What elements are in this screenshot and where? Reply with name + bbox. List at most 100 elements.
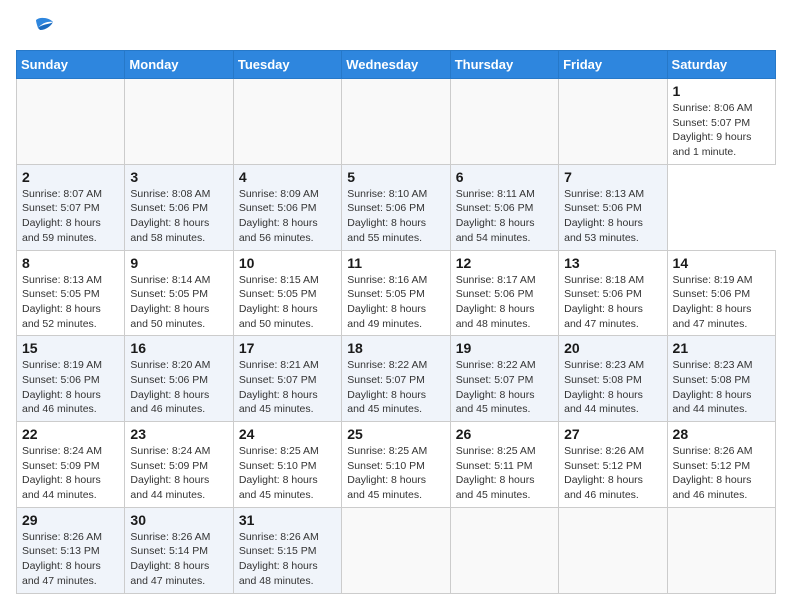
- day-number: 24: [239, 426, 336, 442]
- day-info: Sunrise: 8:26 AMSunset: 5:12 PMDaylight:…: [673, 444, 770, 503]
- calendar-cell: 22 Sunrise: 8:24 AMSunset: 5:09 PMDayligh…: [17, 422, 125, 508]
- calendar-cell: 4 Sunrise: 8:09 AMSunset: 5:06 PMDaylight…: [233, 164, 341, 250]
- logo-bird-icon: [18, 16, 54, 40]
- calendar-cell: 8 Sunrise: 8:13 AMSunset: 5:05 PMDaylight…: [17, 250, 125, 336]
- day-number: 16: [130, 340, 227, 356]
- day-info: Sunrise: 8:14 AMSunset: 5:05 PMDaylight:…: [130, 273, 227, 332]
- day-number: 22: [22, 426, 119, 442]
- day-info: Sunrise: 8:22 AMSunset: 5:07 PMDaylight:…: [347, 358, 444, 417]
- calendar-header-tuesday: Tuesday: [233, 51, 341, 79]
- day-number: 14: [673, 255, 770, 271]
- calendar-cell: [233, 79, 341, 165]
- calendar-cell: 14Sunrise: 8:19 AMSunset: 5:06 PMDayligh…: [667, 250, 775, 336]
- day-number: 4: [239, 169, 336, 185]
- day-number: 20: [564, 340, 661, 356]
- calendar-cell: 20 Sunrise: 8:23 AMSunset: 5:08 PMDayligh…: [559, 336, 667, 422]
- calendar-cell: [667, 507, 775, 593]
- day-number: 9: [130, 255, 227, 271]
- day-number: 12: [456, 255, 553, 271]
- calendar-cell: 1Sunrise: 8:06 AMSunset: 5:07 PMDaylight…: [667, 79, 775, 165]
- day-number: 10: [239, 255, 336, 271]
- day-info: Sunrise: 8:07 AMSunset: 5:07 PMDaylight:…: [22, 187, 119, 246]
- calendar-header-saturday: Saturday: [667, 51, 775, 79]
- calendar-cell: 13Sunrise: 8:18 AMSunset: 5:06 PMDayligh…: [559, 250, 667, 336]
- day-info: Sunrise: 8:24 AMSunset: 5:09 PMDaylight:…: [22, 444, 119, 503]
- day-number: 8: [22, 255, 119, 271]
- day-info: Sunrise: 8:23 AMSunset: 5:08 PMDaylight:…: [564, 358, 661, 417]
- day-info: Sunrise: 8:25 AMSunset: 5:10 PMDaylight:…: [239, 444, 336, 503]
- calendar-cell: 5 Sunrise: 8:10 AMSunset: 5:06 PMDaylight…: [342, 164, 450, 250]
- day-number: 19: [456, 340, 553, 356]
- calendar-cell: 16 Sunrise: 8:20 AMSunset: 5:06 PMDayligh…: [125, 336, 233, 422]
- calendar-cell: 27 Sunrise: 8:26 AMSunset: 5:12 PMDayligh…: [559, 422, 667, 508]
- day-info: Sunrise: 8:24 AMSunset: 5:09 PMDaylight:…: [130, 444, 227, 503]
- day-info: Sunrise: 8:26 AMSunset: 5:15 PMDaylight:…: [239, 530, 336, 589]
- day-number: 11: [347, 255, 444, 271]
- day-number: 28: [673, 426, 770, 442]
- day-number: 27: [564, 426, 661, 442]
- calendar-cell: [342, 507, 450, 593]
- day-info: Sunrise: 8:16 AMSunset: 5:05 PMDaylight:…: [347, 273, 444, 332]
- day-info: Sunrise: 8:17 AMSunset: 5:06 PMDaylight:…: [456, 273, 553, 332]
- calendar-cell: [559, 507, 667, 593]
- calendar-cell: 12 Sunrise: 8:17 AMSunset: 5:06 PMDayligh…: [450, 250, 558, 336]
- calendar-week-row: 1Sunrise: 8:06 AMSunset: 5:07 PMDaylight…: [17, 79, 776, 165]
- day-number: 5: [347, 169, 444, 185]
- day-info: Sunrise: 8:11 AMSunset: 5:06 PMDaylight:…: [456, 187, 553, 246]
- calendar-cell: 2 Sunrise: 8:07 AMSunset: 5:07 PMDaylight…: [17, 164, 125, 250]
- calendar-cell: [450, 79, 558, 165]
- day-info: Sunrise: 8:06 AMSunset: 5:07 PMDaylight:…: [673, 101, 770, 160]
- calendar-cell: 31 Sunrise: 8:26 AMSunset: 5:15 PMDayligh…: [233, 507, 341, 593]
- day-info: Sunrise: 8:09 AMSunset: 5:06 PMDaylight:…: [239, 187, 336, 246]
- day-number: 31: [239, 512, 336, 528]
- calendar-cell: 9 Sunrise: 8:14 AMSunset: 5:05 PMDaylight…: [125, 250, 233, 336]
- day-number: 26: [456, 426, 553, 442]
- day-info: Sunrise: 8:13 AMSunset: 5:05 PMDaylight:…: [22, 273, 119, 332]
- calendar-cell: 28 Sunrise: 8:26 AMSunset: 5:12 PMDayligh…: [667, 422, 775, 508]
- day-info: Sunrise: 8:22 AMSunset: 5:07 PMDaylight:…: [456, 358, 553, 417]
- day-number: 15: [22, 340, 119, 356]
- day-number: 21: [673, 340, 770, 356]
- calendar-week-row: 15Sunrise: 8:19 AMSunset: 5:06 PMDayligh…: [17, 336, 776, 422]
- day-info: Sunrise: 8:21 AMSunset: 5:07 PMDaylight:…: [239, 358, 336, 417]
- day-info: Sunrise: 8:25 AMSunset: 5:10 PMDaylight:…: [347, 444, 444, 503]
- day-number: 17: [239, 340, 336, 356]
- calendar-week-row: 29 Sunrise: 8:26 AMSunset: 5:13 PMDayligh…: [17, 507, 776, 593]
- page-header: [16, 16, 776, 40]
- calendar-cell: 26 Sunrise: 8:25 AMSunset: 5:11 PMDayligh…: [450, 422, 558, 508]
- calendar-cell: 6 Sunrise: 8:11 AMSunset: 5:06 PMDaylight…: [450, 164, 558, 250]
- calendar-header-wednesday: Wednesday: [342, 51, 450, 79]
- calendar-cell: 3 Sunrise: 8:08 AMSunset: 5:06 PMDaylight…: [125, 164, 233, 250]
- calendar-cell: 24 Sunrise: 8:25 AMSunset: 5:10 PMDayligh…: [233, 422, 341, 508]
- calendar-cell: 10 Sunrise: 8:15 AMSunset: 5:05 PMDayligh…: [233, 250, 341, 336]
- day-info: Sunrise: 8:15 AMSunset: 5:05 PMDaylight:…: [239, 273, 336, 332]
- day-number: 18: [347, 340, 444, 356]
- calendar-cell: [342, 79, 450, 165]
- calendar-cell: 7Sunrise: 8:13 AMSunset: 5:06 PMDaylight…: [559, 164, 667, 250]
- calendar-table: SundayMondayTuesdayWednesdayThursdayFrid…: [16, 50, 776, 594]
- calendar-header-friday: Friday: [559, 51, 667, 79]
- day-info: Sunrise: 8:25 AMSunset: 5:11 PMDaylight:…: [456, 444, 553, 503]
- day-info: Sunrise: 8:26 AMSunset: 5:12 PMDaylight:…: [564, 444, 661, 503]
- day-info: Sunrise: 8:10 AMSunset: 5:06 PMDaylight:…: [347, 187, 444, 246]
- calendar-cell: 18 Sunrise: 8:22 AMSunset: 5:07 PMDayligh…: [342, 336, 450, 422]
- day-info: Sunrise: 8:26 AMSunset: 5:13 PMDaylight:…: [22, 530, 119, 589]
- calendar-header-row: SundayMondayTuesdayWednesdayThursdayFrid…: [17, 51, 776, 79]
- day-number: 29: [22, 512, 119, 528]
- calendar-cell: 29 Sunrise: 8:26 AMSunset: 5:13 PMDayligh…: [17, 507, 125, 593]
- calendar-header-sunday: Sunday: [17, 51, 125, 79]
- calendar-cell: [17, 79, 125, 165]
- calendar-cell: 11 Sunrise: 8:16 AMSunset: 5:05 PMDayligh…: [342, 250, 450, 336]
- day-number: 6: [456, 169, 553, 185]
- day-number: 2: [22, 169, 119, 185]
- calendar-header-monday: Monday: [125, 51, 233, 79]
- calendar-cell: [559, 79, 667, 165]
- calendar-cell: 23Sunrise: 8:24 AMSunset: 5:09 PMDayligh…: [125, 422, 233, 508]
- day-info: Sunrise: 8:20 AMSunset: 5:06 PMDaylight:…: [130, 358, 227, 417]
- calendar-header-thursday: Thursday: [450, 51, 558, 79]
- day-info: Sunrise: 8:26 AMSunset: 5:14 PMDaylight:…: [130, 530, 227, 589]
- day-info: Sunrise: 8:18 AMSunset: 5:06 PMDaylight:…: [564, 273, 661, 332]
- day-number: 3: [130, 169, 227, 185]
- calendar-cell: [450, 507, 558, 593]
- day-info: Sunrise: 8:08 AMSunset: 5:06 PMDaylight:…: [130, 187, 227, 246]
